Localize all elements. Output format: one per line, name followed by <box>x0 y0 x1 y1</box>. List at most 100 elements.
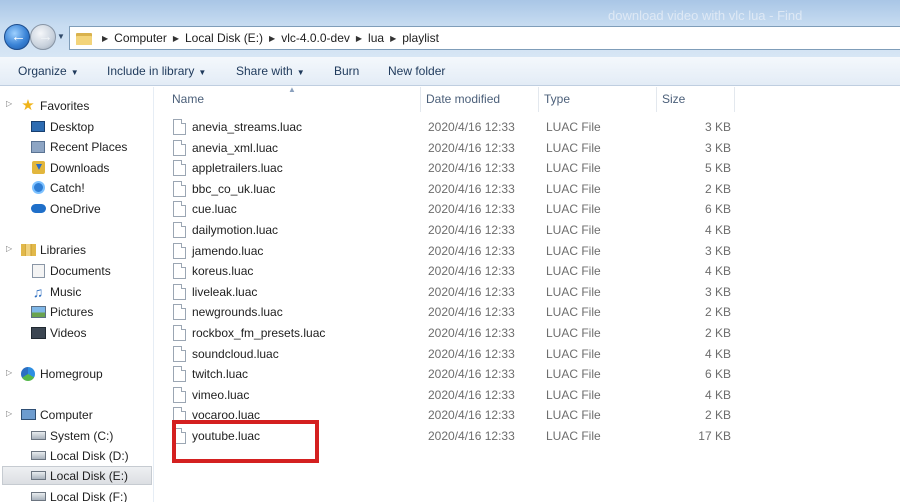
file-date-modified: 2020/4/16 12:33 <box>428 223 515 237</box>
sidebar-item-documents[interactable]: Documents <box>30 261 111 280</box>
breadcrumb-computer[interactable]: Computer <box>114 31 167 45</box>
organize-button[interactable]: Organize ▼ <box>18 64 79 78</box>
breadcrumb-local-disk-e[interactable]: Local Disk (E:) <box>185 31 263 45</box>
column-header-size[interactable]: Size <box>657 87 735 112</box>
file-size: 17 KB <box>698 429 731 443</box>
column-header-label: Size <box>662 92 686 106</box>
file-type: LUAC File <box>546 243 601 258</box>
catch-icon <box>30 180 46 196</box>
sidebar-item-libraries[interactable]: Libraries <box>20 240 86 259</box>
window-title: download video with vlc lua - Find <box>608 8 803 23</box>
file-size: 6 KB <box>704 202 731 217</box>
sidebar-item-recent-places[interactable]: Recent Places <box>30 137 127 156</box>
sidebar-item-local-disk-e[interactable]: Local Disk (E:) <box>2 466 152 485</box>
back-button[interactable]: ← <box>4 24 30 50</box>
breadcrumb-separator[interactable]: ▶ <box>356 34 362 43</box>
share-with-button[interactable]: Share with ▼ <box>236 64 305 78</box>
star-icon: ★ <box>21 96 35 114</box>
sidebar-item-local-disk-f[interactable]: Local Disk (F:) <box>30 487 127 502</box>
file-name: rockbox_fm_presets.luac <box>192 326 326 340</box>
breadcrumb-separator[interactable]: ▶ <box>102 34 108 43</box>
file-icon <box>173 386 186 403</box>
file-name: liveleak.luac <box>192 284 258 299</box>
file-date-modified: 2020/4/16 12:33 <box>428 202 515 217</box>
chevron-down-icon: ▼ <box>70 68 79 77</box>
file-row[interactable]: dailymotion.luac 2020/4/16 12:33 LUAC File… <box>167 220 739 240</box>
file-row[interactable]: anevia_streams.luac 2020/4/16 12:33 LUAC F… <box>167 117 739 137</box>
expand-icon[interactable]: ▷ <box>6 368 12 377</box>
sidebar-item-label: Libraries <box>40 242 87 257</box>
file-size: 2 KB <box>704 408 731 423</box>
file-row[interactable]: soundcloud.luac 2020/4/16 12:33 LUAC File 4… <box>167 344 739 364</box>
file-date-modified: 2020/4/16 12:33 <box>428 326 515 340</box>
chevron-down-icon: ▼ <box>296 68 305 77</box>
breadcrumb-separator[interactable]: ▶ <box>269 34 275 43</box>
recent-pages-dropdown[interactable]: ▼ <box>57 32 65 41</box>
sidebar-item-computer[interactable]: Computer <box>20 405 93 424</box>
file-date-modified: 2020/4/16 12:33 <box>428 284 515 299</box>
navigation-pane[interactable]: ▷ ★ Favorites Desktop Recent Places Down… <box>0 87 154 502</box>
new-folder-button[interactable]: New folder <box>388 64 445 78</box>
breadcrumb-separator[interactable]: ▶ <box>173 34 179 43</box>
sidebar-item-local-disk-d[interactable]: Local Disk (D:) <box>30 446 129 465</box>
breadcrumb-lua[interactable]: lua <box>368 31 384 45</box>
sidebar-item-system-c[interactable]: System (C:) <box>30 426 113 445</box>
column-header-type[interactable]: Type <box>539 87 657 112</box>
file-name: anevia_xml.luac <box>192 140 279 155</box>
file-size: 3 KB <box>704 120 731 134</box>
file-type: LUAC File <box>546 264 601 279</box>
include-in-library-button[interactable]: Include in library ▼ <box>107 64 206 78</box>
file-row[interactable]: appletrailers.luac 2020/4/16 12:33 LUAC Fi… <box>167 158 739 178</box>
file-row[interactable]: jamendo.luac 2020/4/16 12:33 LUAC File 3 KB <box>167 241 739 261</box>
include-in-library-label: Include in library <box>107 64 195 78</box>
file-size: 4 KB <box>704 264 731 279</box>
sidebar-item-homegroup[interactable]: Homegroup <box>20 364 103 383</box>
sidebar-item-favorites[interactable]: ★ Favorites <box>20 96 89 115</box>
column-headers: Name ▲ Date modified Type Size <box>155 85 900 112</box>
forward-button[interactable]: → <box>30 24 56 50</box>
file-date-modified: 2020/4/16 12:33 <box>428 429 515 443</box>
sidebar-item-pictures[interactable]: Pictures <box>30 302 93 321</box>
column-header-label: Date modified <box>426 92 501 106</box>
sidebar-item-videos[interactable]: Videos <box>30 323 86 342</box>
drive-icon <box>30 468 46 484</box>
expand-icon[interactable]: ▷ <box>6 409 12 418</box>
file-date-modified: 2020/4/16 12:33 <box>428 305 515 320</box>
file-date-modified: 2020/4/16 12:33 <box>428 408 515 423</box>
file-row[interactable]: cue.luac 2020/4/16 12:33 LUAC File 6 KB <box>167 199 739 219</box>
sidebar-item-music[interactable]: ♫ Music <box>30 282 82 301</box>
sidebar-item-label: Local Disk (D:) <box>50 448 129 463</box>
sidebar-item-label: Local Disk (F:) <box>50 489 128 502</box>
sidebar-item-label: Documents <box>50 263 111 278</box>
sidebar-item-downloads[interactable]: Downloads <box>30 158 109 177</box>
address-bar[interactable]: ▶ Computer ▶ Local Disk (E:) ▶ vlc-4.0.0… <box>69 26 900 50</box>
breadcrumb-vlc[interactable]: vlc-4.0.0-dev <box>281 31 350 45</box>
file-size: 3 KB <box>704 243 731 258</box>
sidebar-item-label: Catch! <box>50 180 85 195</box>
file-row[interactable]: rockbox_fm_presets.luac 2020/4/16 12:33 LU… <box>167 323 739 343</box>
breadcrumb-playlist[interactable]: playlist <box>402 31 439 45</box>
command-toolbar: Organize ▼ Include in library ▼ Share with… <box>0 57 900 86</box>
file-row[interactable]: anevia_xml.luac 2020/4/16 12:33 LUAC File 3… <box>167 138 739 158</box>
file-row[interactable]: koreus.luac 2020/4/16 12:33 LUAC File 4 KB <box>167 261 739 281</box>
file-date-modified: 2020/4/16 12:33 <box>428 243 515 258</box>
expand-icon[interactable]: ▷ <box>6 99 12 108</box>
address-bar-region: download video with vlc lua - Find ← → ▼… <box>0 0 900 57</box>
file-row[interactable]: newgrounds.luac 2020/4/16 12:33 LUAC File 2… <box>167 302 739 322</box>
file-row[interactable]: bbc_co_uk.luac 2020/4/16 12:33 LUAC File 2 … <box>167 179 739 199</box>
column-header-date-modified[interactable]: Date modified <box>421 87 539 112</box>
file-date-modified: 2020/4/16 12:33 <box>428 346 515 361</box>
file-type: LUAC File <box>546 161 601 176</box>
expand-icon[interactable]: ▷ <box>6 244 12 253</box>
sidebar-item-desktop[interactable]: Desktop <box>30 117 94 136</box>
sidebar-item-onedrive[interactable]: OneDrive <box>30 199 101 218</box>
sidebar-item-catch[interactable]: Catch! <box>30 178 85 197</box>
file-type: LUAC File <box>546 346 601 361</box>
file-row[interactable]: vimeo.luac 2020/4/16 12:33 LUAC File 4 KB <box>167 385 739 405</box>
file-row[interactable]: twitch.luac 2020/4/16 12:33 LUAC File 6 KB <box>167 364 739 384</box>
burn-button[interactable]: Burn <box>334 64 359 78</box>
file-row[interactable]: liveleak.luac 2020/4/16 12:33 LUAC File 3 K… <box>167 282 739 302</box>
breadcrumb-separator[interactable]: ▶ <box>390 34 396 43</box>
file-type: LUAC File <box>546 367 601 382</box>
file-type: LUAC File <box>546 140 601 155</box>
